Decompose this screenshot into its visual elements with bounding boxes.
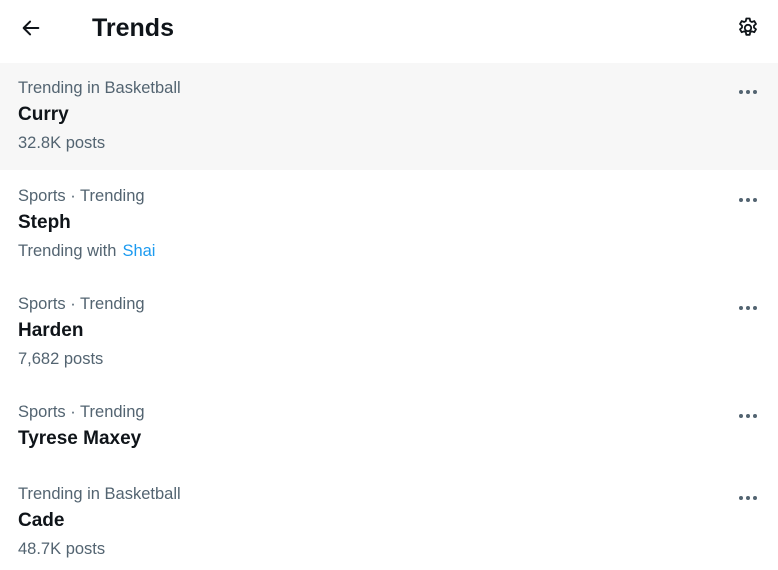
more-horizontal-icon — [739, 306, 757, 310]
more-button[interactable] — [735, 406, 761, 426]
trending-with-label: Trending with — [18, 242, 117, 260]
more-horizontal-icon — [739, 198, 757, 202]
trend-name: Curry — [18, 104, 69, 125]
more-button[interactable] — [735, 190, 761, 210]
more-button[interactable] — [735, 298, 761, 318]
trend-category: Trending in Basketball — [18, 79, 181, 97]
gear-icon — [739, 17, 757, 36]
trend-item[interactable]: Trending in Basketball Cade 48.7K posts — [0, 468, 778, 570]
related-trend-link[interactable]: Shai — [122, 242, 155, 260]
trend-item[interactable]: Sports · Trending Harden 7,682 posts — [0, 278, 778, 386]
more-button[interactable] — [735, 82, 761, 102]
trend-category: Sports · Trending — [18, 403, 145, 421]
trend-post-count: 32.8K posts — [18, 134, 106, 152]
trend-category: Sports · Trending — [18, 295, 145, 313]
trend-post-count: 48.7K posts — [18, 540, 106, 558]
trend-category: Sports · Trending — [18, 187, 145, 205]
settings-button[interactable] — [731, 11, 765, 45]
more-horizontal-icon — [739, 414, 757, 418]
back-button[interactable] — [14, 11, 48, 45]
trend-item[interactable]: Sports · Trending Tyrese Maxey — [0, 386, 778, 468]
header: Trends — [0, 0, 778, 56]
trend-name: Cade — [18, 510, 65, 531]
more-button[interactable] — [735, 488, 761, 508]
more-horizontal-icon — [739, 90, 757, 94]
page-title: Trends — [92, 14, 174, 42]
trend-item[interactable]: Trending in Basketball Curry 32.8K posts — [0, 63, 778, 170]
trend-post-count: 7,682 posts — [18, 350, 104, 368]
arrow-left-icon — [22, 20, 40, 36]
trend-context: Trending with Shai — [18, 241, 155, 261]
trend-name: Steph — [18, 212, 71, 233]
trend-name: Tyrese Maxey — [18, 428, 142, 449]
trend-item[interactable]: Sports · Trending Steph Trending with Sha… — [0, 170, 778, 278]
more-horizontal-icon — [739, 496, 757, 500]
trend-category: Trending in Basketball — [18, 485, 181, 503]
trend-name: Harden — [18, 320, 84, 341]
